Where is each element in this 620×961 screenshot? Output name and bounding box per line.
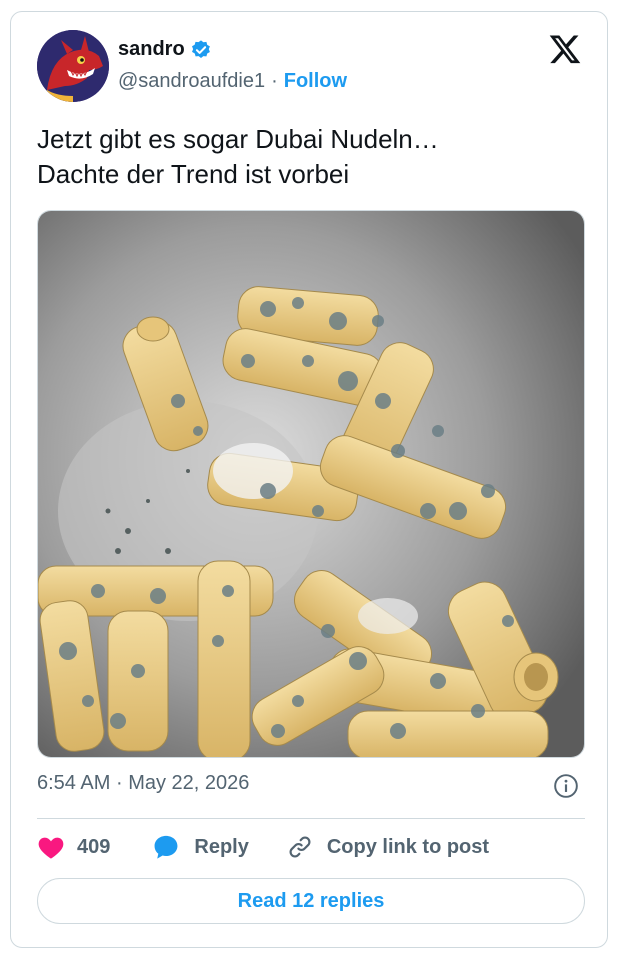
divider bbox=[37, 818, 585, 819]
x-logo-icon[interactable] bbox=[548, 32, 582, 66]
like-button[interactable]: 409 bbox=[37, 834, 110, 860]
author-name[interactable]: sandro bbox=[118, 38, 185, 61]
action-bar: 409 Reply Copy link to post bbox=[37, 832, 489, 862]
reply-label: Reply bbox=[194, 835, 249, 858]
tweet-text-line: Jetzt gibt es sogar Dubai Nudeln… bbox=[37, 124, 439, 154]
info-icon[interactable] bbox=[553, 773, 579, 799]
tweet-timestamp[interactable]: 6:54 AM · May 22, 2026 bbox=[37, 772, 249, 795]
author-handle[interactable]: @sandroaufdie1 bbox=[118, 70, 265, 93]
reply-bubble-icon bbox=[154, 835, 178, 859]
read-replies-button[interactable]: Read 12 replies bbox=[37, 878, 585, 924]
dragon-avatar-icon bbox=[37, 30, 109, 102]
handle-separator: · bbox=[271, 70, 278, 92]
moldy-pasta-photo-icon bbox=[38, 211, 584, 757]
copy-link-label: Copy link to post bbox=[326, 835, 490, 858]
tweet-date: May 22, 2026 bbox=[128, 772, 250, 794]
follow-button[interactable]: Follow bbox=[284, 70, 347, 93]
time-separator: · bbox=[115, 772, 123, 794]
tweet-time: 6:54 AM bbox=[37, 772, 111, 794]
heart-icon bbox=[38, 837, 64, 859]
tweet-media[interactable] bbox=[37, 210, 585, 758]
verified-badge-icon bbox=[191, 39, 210, 58]
tweet-text-line: Dachte der Trend ist vorbei bbox=[37, 159, 350, 189]
author-handle-row: @sandroaufdie1 · Follow bbox=[118, 70, 347, 93]
tweet-text: Jetzt gibt es sogar Dubai Nudeln… Dachte… bbox=[37, 122, 587, 192]
reply-button[interactable]: Reply bbox=[152, 833, 249, 861]
link-icon bbox=[289, 836, 311, 858]
copy-link-button[interactable]: Copy link to post bbox=[287, 834, 489, 860]
like-count: 409 bbox=[77, 835, 111, 858]
avatar[interactable] bbox=[37, 30, 109, 102]
author-name-row: sandro bbox=[118, 38, 212, 61]
read-replies-label: Read 12 replies bbox=[237, 889, 385, 912]
